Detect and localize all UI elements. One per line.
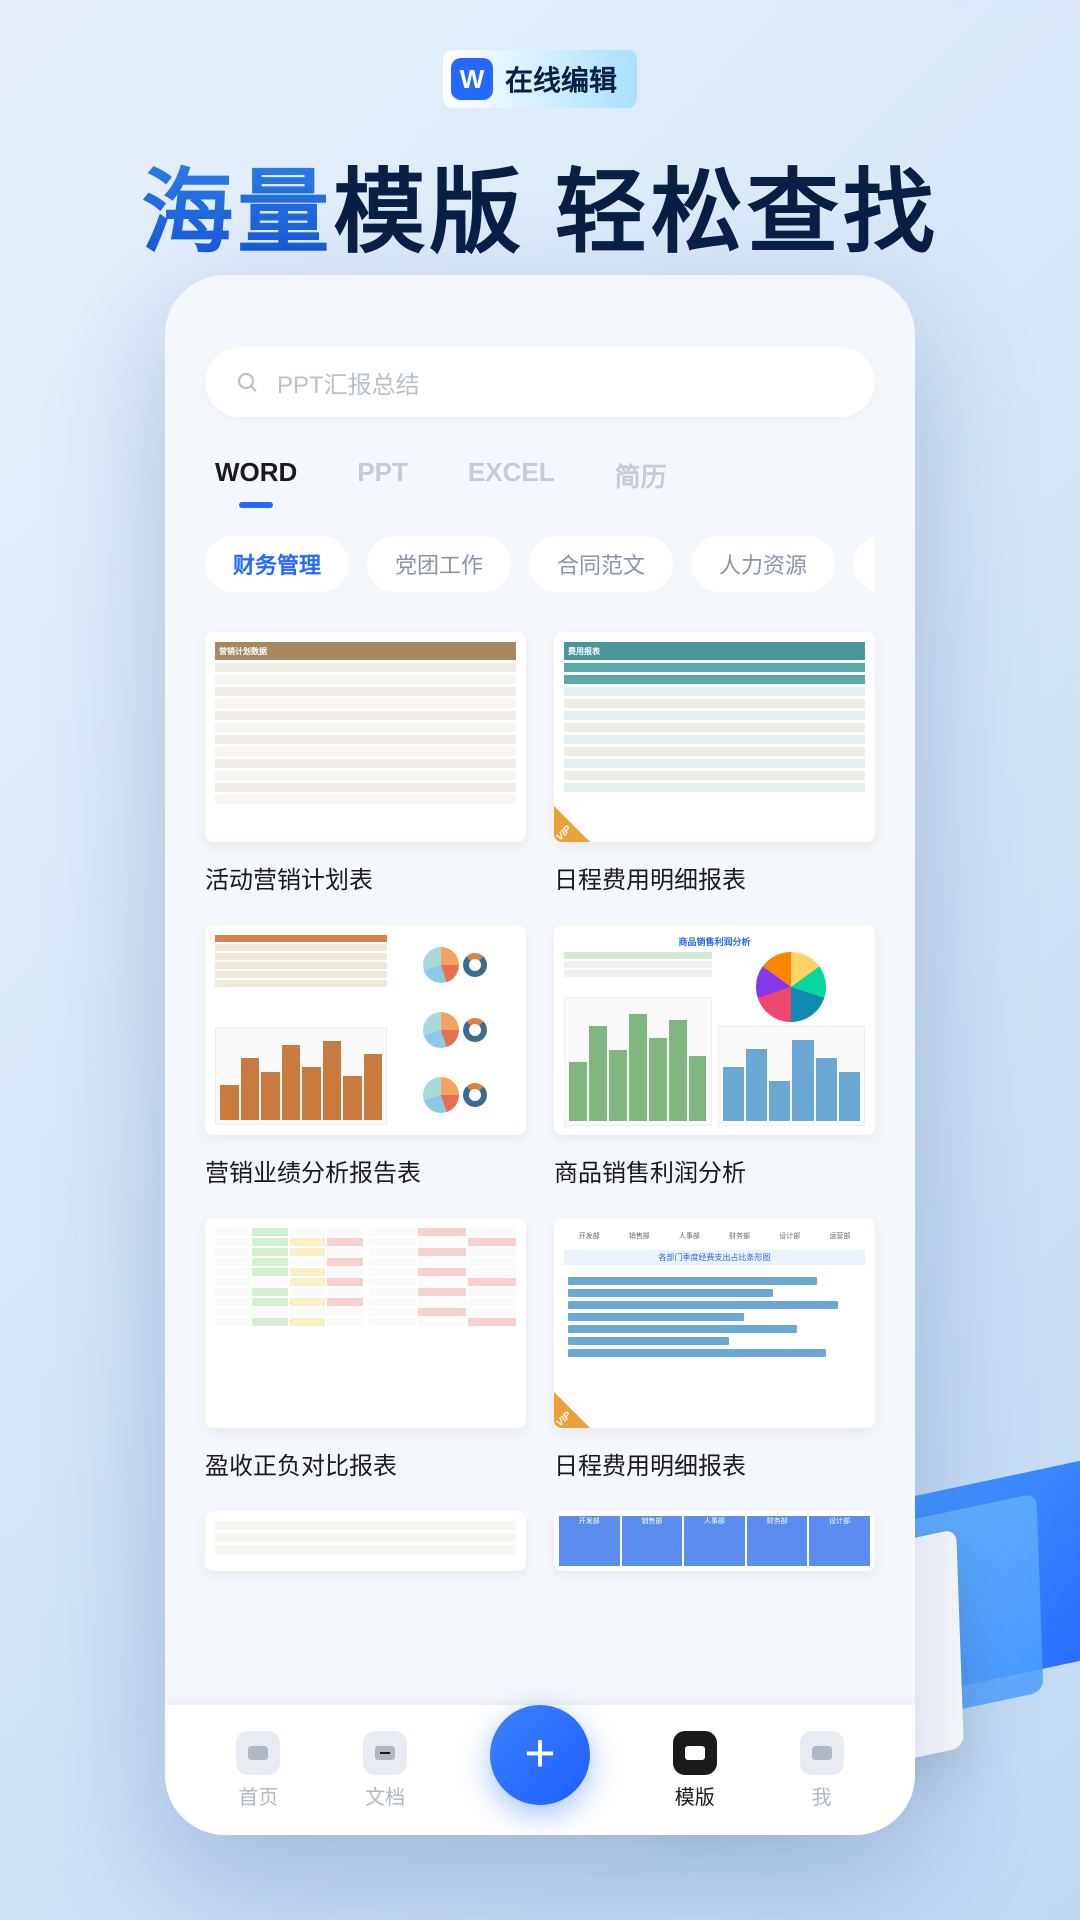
home-icon [236,1731,280,1775]
template-card[interactable]: 营销计划数据 活动营销计划表 [205,632,526,895]
template-thumbnail: 商品销售利润分析 [554,925,875,1135]
template-title: 日程费用明细报表 [554,860,875,895]
template-thumbnail: 开发部 销售部 人事部 财务部 设计部 [554,1511,875,1571]
template-card[interactable]: 开发部销售部人事部财务部设计部运营部 各部门季度经费支出占比条形图 VIP 日程… [554,1218,875,1481]
phone-mockup: PPT汇报总结 WORD PPT EXCEL 简历 财务管理 党团工作 合同范文… [165,275,915,1835]
tab-word[interactable]: WORD [215,457,297,508]
tab-excel[interactable]: EXCEL [468,457,555,508]
template-thumbnail: 费用报表 VIP [554,632,875,842]
hero-title: 海量模版 轻松查找 [0,138,1080,271]
nav-label: 模版 [675,1781,715,1810]
template-card[interactable]: 费用报表 VIP 日程费用明细报表 [554,632,875,895]
nav-label: 文档 [365,1781,405,1810]
chip-hr[interactable]: 人力资源 [691,536,835,592]
template-card[interactable]: 盈收正负对比报表 [205,1218,526,1481]
chip-contract[interactable]: 合同范文 [529,536,673,592]
template-title: 活动营销计划表 [205,860,526,895]
template-grid: 营销计划数据 活动营销计划表 费用报表 [205,632,875,1571]
tab-ppt[interactable]: PPT [357,457,408,508]
chip-finance[interactable]: 财务管理 [205,536,349,592]
filter-chips: 财务管理 党团工作 合同范文 人力资源 校 [205,536,875,592]
template-card[interactable]: 营销业绩分析报告表 [205,925,526,1188]
plus-icon: + [524,1726,556,1780]
templates-icon [673,1731,717,1775]
tab-resume[interactable]: 简历 [615,457,667,508]
app-logo-icon: W [451,58,493,100]
template-title: 盈收正负对比报表 [205,1446,526,1481]
template-thumbnail [205,1511,526,1571]
template-thumbnail [205,925,526,1135]
nav-docs[interactable]: 文档 [363,1731,407,1810]
template-card[interactable] [205,1511,526,1571]
bottom-nav: 首页 文档 + 模版 我 [165,1705,915,1835]
template-card[interactable]: 开发部 销售部 人事部 财务部 设计部 [554,1511,875,1571]
fab-add-button[interactable]: + [490,1705,590,1805]
template-title: 营销业绩分析报告表 [205,1153,526,1188]
profile-icon [800,1731,844,1775]
template-thumbnail: 开发部销售部人事部财务部设计部运营部 各部门季度经费支出占比条形图 VIP [554,1218,875,1428]
template-title: 商品销售利润分析 [554,1153,875,1188]
docs-icon [363,1731,407,1775]
nav-label: 我 [812,1781,832,1810]
search-bar[interactable]: PPT汇报总结 [205,347,875,417]
nav-me[interactable]: 我 [800,1731,844,1810]
hero-rest: 模版 轻松查找 [333,162,939,264]
template-thumbnail [205,1218,526,1428]
hero-accent: 海量 [141,162,333,264]
template-title: 日程费用明细报表 [554,1446,875,1481]
chip-school[interactable]: 校 [853,536,875,592]
page-header: W 在线编辑 海量模版 轻松查找 [0,0,1080,271]
template-card[interactable]: 商品销售利润分析 [554,925,875,1188]
template-thumbnail: 营销计划数据 [205,632,526,842]
search-icon [235,370,259,394]
app-badge: W 在线编辑 [443,50,637,108]
chip-party[interactable]: 党团工作 [367,536,511,592]
app-badge-text: 在线编辑 [505,59,617,99]
search-placeholder: PPT汇报总结 [277,365,420,400]
nav-templates[interactable]: 模版 [673,1731,717,1810]
nav-label: 首页 [238,1781,278,1810]
nav-home[interactable]: 首页 [236,1731,280,1810]
category-tabs: WORD PPT EXCEL 简历 [205,457,875,508]
